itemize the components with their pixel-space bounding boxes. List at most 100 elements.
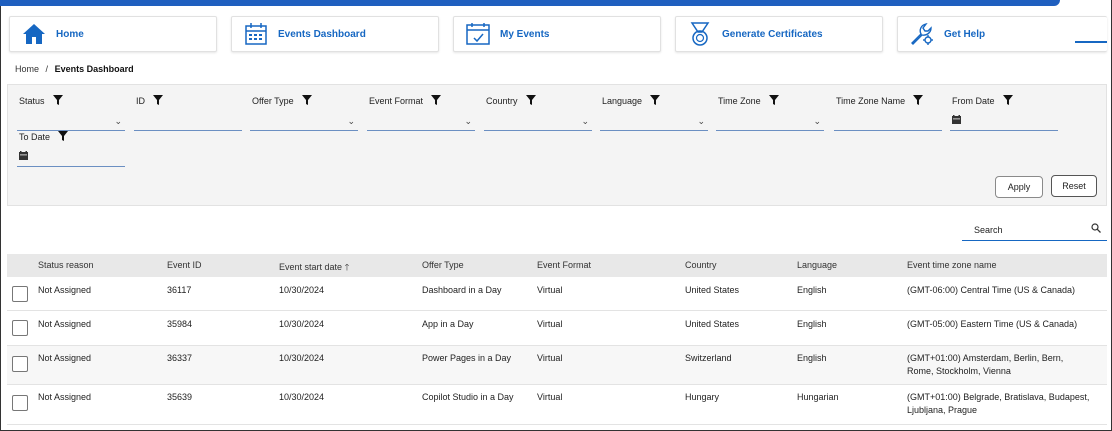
funnel-icon[interactable] xyxy=(301,95,312,107)
filter-language[interactable]: Language ⌄ xyxy=(600,87,708,131)
cell-language: English xyxy=(797,319,827,329)
filter-label: Time Zone xyxy=(718,96,761,106)
filter-event-format[interactable]: Event Format ⌄ xyxy=(367,87,475,131)
nav-tile-home[interactable]: Home xyxy=(9,16,217,52)
funnel-icon[interactable] xyxy=(153,95,163,107)
column-header-country[interactable]: Country xyxy=(685,260,717,270)
filter-from-date[interactable]: From Date xyxy=(950,87,1058,131)
cell-offer-type: Copilot Studio in a Day xyxy=(422,392,514,402)
chevron-down-icon: ⌄ xyxy=(347,116,355,126)
cell-country: United States xyxy=(685,285,740,295)
filter-label: Offer Type xyxy=(252,96,294,106)
funnel-icon[interactable] xyxy=(525,95,536,107)
column-header-event-format[interactable]: Event Format xyxy=(537,260,591,270)
column-header-label: Event start date xyxy=(279,262,343,272)
cell-country: Switzerland xyxy=(685,353,732,363)
filter-id[interactable]: ID xyxy=(134,87,242,131)
column-header-event-time-zone-name[interactable]: Event time zone name xyxy=(907,260,997,270)
search-icon[interactable] xyxy=(1091,223,1101,236)
filter-underline xyxy=(484,130,592,131)
cell-time-zone: (GMT-06:00) Central Time (US & Canada) xyxy=(907,285,1076,295)
filter-label: ID xyxy=(136,96,145,106)
cell-status: Not Assigned xyxy=(38,353,92,363)
cell-offer-type: Power Pages in a Day xyxy=(422,353,512,363)
funnel-icon[interactable] xyxy=(431,95,442,107)
reset-button[interactable]: Reset xyxy=(1051,175,1097,197)
row-checkbox[interactable] xyxy=(12,395,28,411)
calendar-check-icon xyxy=(464,20,492,48)
calendar-icon xyxy=(242,20,270,48)
funnel-icon[interactable] xyxy=(52,95,63,107)
breadcrumb-current: Events Dashboard xyxy=(54,64,134,74)
cell-event-id: 35639 xyxy=(167,392,193,402)
cell-status: Not Assigned xyxy=(38,285,92,295)
cell-start-date: 10/30/2024 xyxy=(279,319,325,329)
filter-label: Time Zone Name xyxy=(836,96,906,106)
filter-label: Status xyxy=(19,96,45,106)
breadcrumb-home[interactable]: Home xyxy=(15,64,39,74)
filter-time-zone-name[interactable]: Time Zone Name xyxy=(834,87,942,131)
cell-country: Hungary xyxy=(685,392,720,402)
search-input[interactable] xyxy=(972,223,1082,236)
cell-start-date: 10/30/2024 xyxy=(279,353,325,363)
funnel-icon[interactable] xyxy=(650,95,661,107)
column-header-language[interactable]: Language xyxy=(797,260,837,270)
breadcrumb: Home / Events Dashboard xyxy=(15,64,134,74)
funnel-icon[interactable] xyxy=(913,95,924,107)
filter-country[interactable]: Country ⌄ xyxy=(484,87,592,131)
sort-ascending-icon: 🡑 xyxy=(344,262,350,272)
filter-underline xyxy=(950,130,1058,131)
nav-tile-get-help[interactable]: Get Help xyxy=(897,16,1107,52)
table-row[interactable]: Not Assigned 36117 10/30/2024 Dashboard … xyxy=(7,277,1107,311)
column-header-event-id[interactable]: Event ID xyxy=(167,260,202,270)
nav-tile-label: Generate Certificates xyxy=(722,28,823,40)
active-tab-indicator xyxy=(1075,41,1107,43)
row-checkbox[interactable] xyxy=(12,286,28,302)
filter-label: To Date xyxy=(19,132,51,142)
cell-offer-type: App in a Day xyxy=(422,319,474,329)
cell-language: English xyxy=(797,353,827,363)
filter-time-zone[interactable]: Time Zone ⌄ xyxy=(716,87,824,131)
row-checkbox[interactable] xyxy=(12,320,28,336)
cell-event-id: 36117 xyxy=(167,285,192,295)
calendar-icon[interactable] xyxy=(952,115,961,127)
nav-tile-label: Home xyxy=(56,28,84,40)
top-accent-bar xyxy=(0,0,1060,6)
nav-tile-label: Get Help xyxy=(944,28,986,40)
filter-to-date[interactable]: To Date xyxy=(17,123,125,167)
breadcrumb-separator: / xyxy=(45,64,49,74)
filter-underline xyxy=(367,130,475,131)
funnel-icon[interactable] xyxy=(1002,95,1013,107)
funnel-icon[interactable] xyxy=(768,95,779,107)
nav-tile-my-events[interactable]: My Events xyxy=(453,16,661,52)
nav-tile-label: My Events xyxy=(500,28,550,40)
nav-tile-events-dashboard[interactable]: Events Dashboard xyxy=(231,16,439,52)
filter-underline xyxy=(134,130,242,131)
cell-language: Hungarian xyxy=(797,392,839,402)
apply-button[interactable]: Apply xyxy=(995,176,1043,198)
chevron-down-icon: ⌄ xyxy=(697,116,705,126)
funnel-icon[interactable] xyxy=(58,131,69,143)
column-header-status-reason[interactable]: Status reason xyxy=(38,260,94,270)
filter-offer-type[interactable]: Offer Type ⌄ xyxy=(250,87,358,131)
table-row[interactable]: Not Assigned 36337 10/30/2024 Power Page… xyxy=(7,346,1107,385)
nav-tile-generate-certificates[interactable]: Generate Certificates xyxy=(675,16,883,52)
cell-time-zone: (GMT+01:00) Belgrade, Bratislava, Budape… xyxy=(907,392,1090,415)
cell-time-zone: (GMT+01:00) Amsterdam, Berlin, Bern, Rom… xyxy=(907,353,1064,376)
table-row[interactable]: Not Assigned 35984 10/30/2024 App in a D… xyxy=(7,311,1107,346)
filter-underline xyxy=(834,130,942,131)
nav-tile-label: Events Dashboard xyxy=(278,28,366,40)
row-checkbox[interactable] xyxy=(12,356,28,372)
cell-start-date: 10/30/2024 xyxy=(279,285,325,295)
cell-offer-type: Dashboard in a Day xyxy=(422,285,502,295)
cell-event-format: Virtual xyxy=(537,392,563,402)
cell-event-id: 36337 xyxy=(167,353,193,363)
chevron-down-icon: ⌄ xyxy=(581,116,589,126)
calendar-icon[interactable] xyxy=(19,151,28,163)
column-header-event-start-date[interactable]: Event start date 🡑 xyxy=(279,260,349,276)
medal-icon xyxy=(686,20,714,48)
filter-label: Event Format xyxy=(369,96,424,106)
table-row[interactable]: Not Assigned 35639 10/30/2024 Copilot St… xyxy=(7,385,1107,425)
filter-panel: Status ⌄ ID Offer Type ⌄ Event Format ⌄ … xyxy=(7,84,1107,206)
column-header-offer-type[interactable]: Offer Type xyxy=(422,260,464,270)
